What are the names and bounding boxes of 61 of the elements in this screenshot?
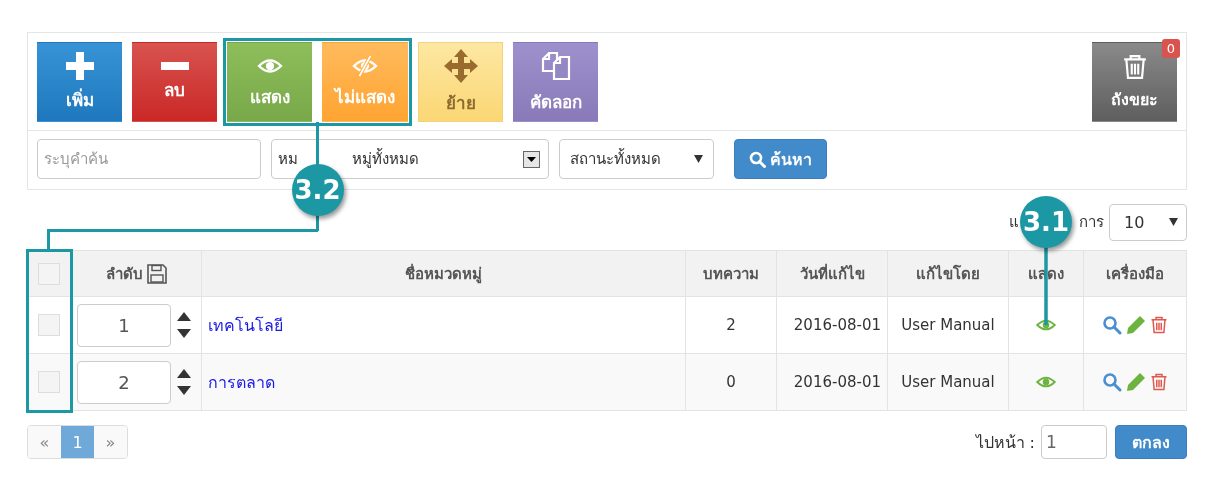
up-arrow-icon <box>177 369 191 378</box>
column-header: บทความ <box>703 263 759 285</box>
page-link[interactable]: 1 <box>61 426 94 458</box>
table-cell: 0 <box>726 373 736 391</box>
ok-button[interactable]: ตกลง <box>1115 425 1187 459</box>
search-icon <box>1102 372 1122 392</box>
go-to-page-label: ไปหน้า : <box>975 431 1035 454</box>
checkbox[interactable] <box>38 314 60 336</box>
pencil-icon <box>1126 372 1146 392</box>
eye-icon[interactable] <box>1035 374 1057 390</box>
trash-button[interactable]: ถังขยะ 0 <box>1092 42 1177 122</box>
checkbox[interactable] <box>38 371 60 393</box>
table-cell: User Manual <box>901 316 995 334</box>
save-icon <box>146 263 167 284</box>
trash-icon <box>1121 52 1148 81</box>
category-link[interactable]: เทคโนโลยี <box>208 315 283 335</box>
caret-icon <box>694 155 703 163</box>
down-arrow-icon <box>177 329 191 338</box>
callout-badge: 3.1 <box>1020 196 1072 248</box>
search-icon <box>1102 315 1122 335</box>
previous-page-link[interactable]: « <box>28 426 61 458</box>
copy-button[interactable]: คัดลอก <box>513 42 598 122</box>
minus-icon <box>160 61 189 70</box>
search-button[interactable]: ค้นหา <box>734 139 827 179</box>
eye-icon[interactable] <box>1035 317 1057 333</box>
status-select[interactable]: สถานะทั้งหมด <box>559 139 714 179</box>
column-header: แก้ไขโดย <box>916 263 980 285</box>
callout-badge: 3.2 <box>291 164 344 216</box>
pencil-icon <box>1126 315 1146 335</box>
column-header: วันที่แก้ไข <box>799 262 865 285</box>
trash-icon <box>1150 372 1168 392</box>
page-number-field[interactable]: 1 <box>1041 425 1107 459</box>
trash-icon <box>1150 315 1168 335</box>
delete-button[interactable]: ลบ <box>132 42 217 122</box>
category-select[interactable]: หม หมู่ทั้งหมด <box>271 139 549 179</box>
search-field[interactable]: ระบุคำค้น <box>37 139 261 179</box>
count-badge: 0 <box>1161 39 1180 58</box>
per-page-select[interactable]: 10 <box>1109 203 1187 241</box>
show-button[interactable]: แสดง <box>227 42 312 122</box>
category-link[interactable]: การตลาด <box>208 372 275 392</box>
move-arrows-icon <box>443 48 478 83</box>
caret-icon <box>1169 218 1178 226</box>
plus-icon <box>65 51 94 80</box>
down-arrow-icon <box>177 386 191 395</box>
order-field[interactable]: 1 <box>77 303 171 347</box>
table-cell: 2 <box>726 316 736 334</box>
next-page-link[interactable]: » <box>94 426 127 458</box>
copy-icon <box>539 49 572 82</box>
up-arrow-icon <box>177 312 191 321</box>
search-icon <box>749 150 766 168</box>
column-header: เครื่องมือ <box>1106 262 1164 285</box>
table-cell: 2016-08-01 <box>793 316 881 334</box>
order-field[interactable]: 2 <box>77 360 171 404</box>
move-button[interactable]: ย้าย <box>418 42 503 122</box>
column-header: ลำดับ <box>105 263 143 285</box>
table-cell: 2016-08-01 <box>793 373 881 391</box>
per-page-label: แ <box>1009 212 1019 233</box>
add-button[interactable]: เพิ่ม <box>37 42 122 122</box>
column-header: ชื่อหมวดหมู่ <box>405 262 482 286</box>
table-cell: User Manual <box>901 373 995 391</box>
per-page-label: การ <box>1079 212 1104 233</box>
